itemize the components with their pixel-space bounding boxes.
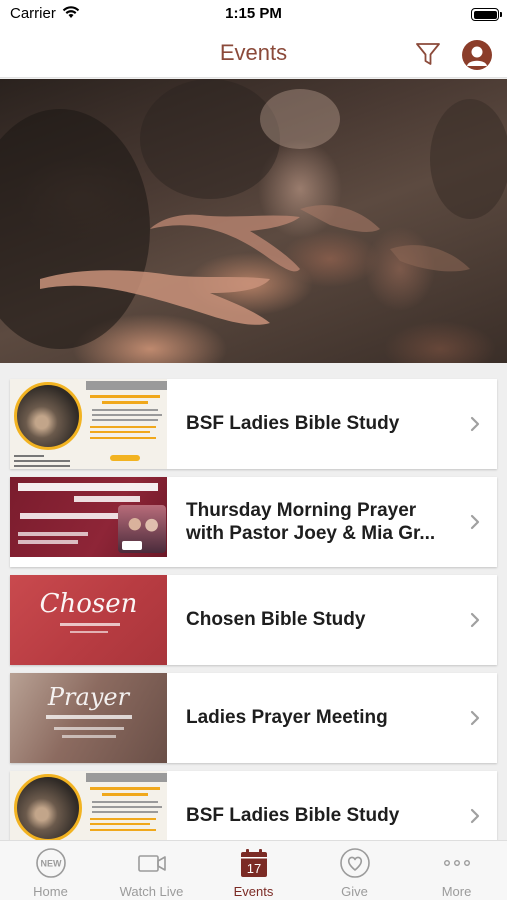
status-bar: Carrier 1:15 PM [0,0,507,30]
thumbnail-text-line [90,431,150,433]
user-silhouette-icon [467,46,487,66]
chevron-right-icon [470,612,480,628]
video-camera-icon [137,855,166,872]
thumbnail-text-line [92,419,158,421]
clock: 1:15 PM [225,5,282,22]
event-title: BSF Ladies Bible Study [186,805,400,826]
event-title: Thursday Morning Prayer with Pastor Joey… [186,500,436,544]
new-badge-icon: NEW [35,848,66,878]
events-screen: Carrier 1:15 PM Events BSF Ladies Bible … [0,0,507,900]
chosen-thumbnail: Chosen [10,575,167,665]
event-title: Ladies Prayer Meeting [186,707,388,728]
thumbnail-footer-bar [10,557,167,567]
thursday-prayer-thumbnail [10,477,167,567]
ellipsis-icon [443,859,470,866]
event-title: Chosen Bible Study [186,609,366,630]
chevron-right-icon [470,416,480,432]
thumbnail-title: Prayer [47,683,130,711]
bsf-thumbnail [10,379,167,469]
tab-events[interactable]: 17 Events [203,841,304,900]
tab-bar: NEW Home Watch Live 17 Events Give More [0,840,507,900]
thumbnail-text-line [14,455,44,457]
thumbnail-text-line [60,623,120,626]
event-card[interactable]: Prayer Ladies Prayer Meeting [10,673,497,763]
thumbnail-text-line [46,715,132,719]
event-title: BSF Ladies Bible Study [186,413,400,434]
tab-label: More [441,884,472,899]
thumbnail-text-line [18,540,78,544]
thumbnail-text-line [92,801,158,803]
chevron-right-icon [470,808,480,824]
bsf-thumbnail [10,771,167,840]
thumbnail-text-line [90,426,156,428]
thumbnail-header-bar [86,381,167,390]
thumbnail-text-line [92,806,162,808]
calendar-day: 17 [246,861,260,876]
tab-label: Events [233,884,274,899]
user-profile-icon[interactable] [462,40,492,70]
prayer-thumbnail: Prayer [10,673,167,763]
heart-circle-icon [339,848,370,878]
thumbnail-text-line [18,532,88,536]
thumbnail-text-line [90,818,156,820]
thumbnail-header-bar [86,773,167,782]
events-list: BSF Ladies Bible Study Thursday Morning … [0,363,507,840]
thumbnail-text-line [14,465,70,467]
svg-text:NEW: NEW [40,859,62,869]
thumbnail-text-line [102,401,148,404]
thumbnail-text-line [14,460,70,462]
thumbnail-text-line [54,727,124,730]
audience-clapping-photo [0,79,507,349]
thumbnail-text-line [18,483,158,491]
tab-more[interactable]: More [406,841,507,900]
thumbnail-text-line [92,414,162,416]
event-card[interactable]: BSF Ladies Bible Study [10,771,497,840]
event-card[interactable]: Chosen Chosen Bible Study [10,575,497,665]
nav-bar: Events [0,30,507,78]
hero-image [0,79,507,363]
event-card[interactable]: BSF Ladies Bible Study [10,379,497,469]
live-badge-icon [122,541,142,550]
calendar-icon: 17 [240,849,267,877]
thumbnail-text-line [90,829,156,831]
tab-label: Home [33,884,68,899]
event-card[interactable]: Thursday Morning Prayer with Pastor Joey… [10,477,497,567]
thumbnail-text-line [92,409,158,411]
filter-icon[interactable] [414,40,442,68]
thumbnail-title: Chosen [39,589,138,619]
tab-home[interactable]: NEW Home [0,841,101,900]
chevron-right-icon [470,514,480,530]
thumbnail-text-line [90,823,150,825]
thumbnail-text-line [90,437,156,439]
thumbnail-text-line [90,787,160,790]
thumbnail-photo [14,382,82,450]
tab-give[interactable]: Give [304,841,405,900]
thumbnail-text-line [70,631,108,633]
thumbnail-text-line [20,513,120,519]
thumbnail-text-line [90,395,160,398]
thumbnail-join-badge [110,455,140,461]
thumbnail-text-line [74,496,140,502]
thumbnail-text-line [102,793,148,796]
thumbnail-text-line [62,735,116,738]
thumbnail-photo [14,774,82,840]
chevron-right-icon [470,710,480,726]
battery-icon [471,8,502,21]
tab-watch-live[interactable]: Watch Live [101,841,202,900]
thumbnail-text-line [92,811,158,813]
tab-label: Watch Live [119,884,184,899]
tab-label: Give [341,884,368,899]
